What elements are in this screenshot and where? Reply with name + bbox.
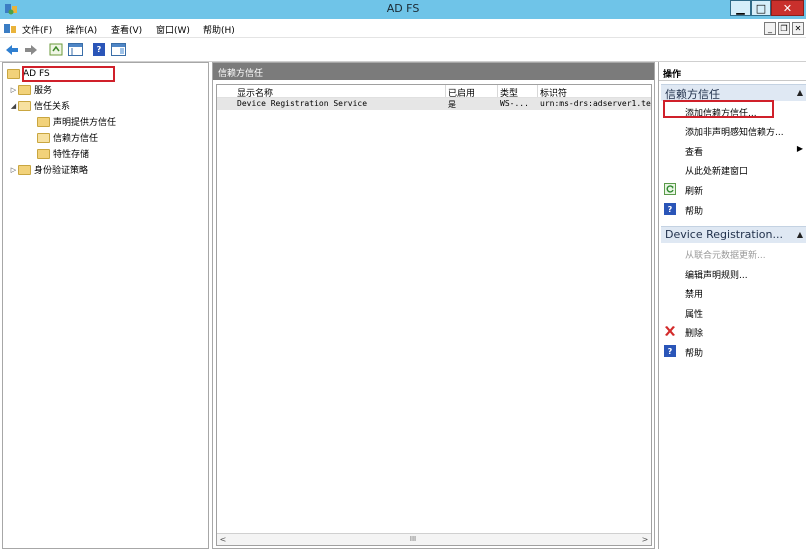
section-title: Device Registration... [665,228,783,241]
expand-arrow-icon[interactable]: ▷ [9,166,18,174]
window-title: AD FS [386,2,420,15]
action-label: 编辑声明规则... [685,271,748,281]
help-icon: ? [664,345,676,357]
tree-item-claims-provider-trusts[interactable]: 声明提供方信任 [37,114,116,129]
tree-item-attribute-stores[interactable]: 特性存储 [37,146,89,161]
mdi-minimize-button[interactable]: _ [764,22,776,35]
folder-open-icon [37,132,50,143]
tree-item-label: 特性存储 [53,150,90,160]
menu-view[interactable]: 查看(V) [111,23,142,36]
forward-arrow-icon[interactable] [23,42,39,57]
tree-item-label: 声明提供方信任 [53,118,117,128]
folder-icon [37,116,50,127]
mmc-icon [4,24,16,33]
column-divider[interactable] [445,85,446,97]
action-edit-claim-rules[interactable]: 编辑声明规则... [661,265,806,282]
action-label: 从此处新建窗口 [685,167,749,177]
cell-type: WS-... [500,99,529,108]
tree-item-label: 身份验证策略 [34,166,89,176]
list-header: 显示名称 已启用 类型 标识符 [217,85,651,99]
mdi-restore-button[interactable]: ❐ [778,22,790,35]
submenu-arrow-icon: ▶ [796,144,803,153]
console-tree-pane: AD FS ▷ 服务 ◢ 信任关系 声明提供方信任 信赖方信任 特性存储 ▷ 身… [2,62,209,549]
tree-item-label: 信赖方信任 [53,134,99,144]
menu-file[interactable]: 文件(F) [22,23,52,36]
action-label: 禁用 [685,290,704,300]
tree-selection-highlight [22,66,115,82]
action-highlight-box [663,100,774,118]
action-refresh[interactable]: 刷新 [661,181,806,198]
tree-item-relying-party-trusts[interactable]: 信赖方信任 [37,130,98,145]
action-properties[interactable]: 属性 [661,304,806,321]
menu-action[interactable]: 操作(A) [66,23,97,36]
cell-identifier: urn:ms-drs:adserver1.tes [540,99,651,108]
help-icon: ? [664,203,676,215]
action-disable[interactable]: 禁用 [661,284,806,301]
folder-icon [7,68,20,79]
collapse-caret-icon[interactable]: ▲ [797,230,803,239]
horizontal-scrollbar[interactable]: < III > [217,533,651,545]
menu-window[interactable]: 窗口(W) [156,23,190,36]
folder-icon [18,84,31,95]
delete-icon [665,326,675,336]
menu-help[interactable]: 帮助(H) [203,23,235,36]
title-bar: AD FS ▁ □ ✕ [0,0,806,19]
up-folder-icon[interactable] [48,42,64,57]
tree-item-trust-relationships[interactable]: ◢ 信任关系 [9,98,70,113]
actions-pane: 操作 信赖方信任 ▲ 添加信赖方信任... 添加非声明感知信赖方... 查看 ▶… [658,62,806,549]
collapse-arrow-icon[interactable]: ◢ [9,102,18,110]
folder-icon [37,148,50,159]
show-tree-icon[interactable] [67,42,83,57]
menu-bar: 文件(F) 操作(A) 查看(V) 窗口(W) 帮助(H) [0,19,806,38]
cell-display-name: Device Registration Service [237,99,368,108]
action-label: 从联合元数据更新... [685,251,766,261]
mdi-close-button[interactable]: ✕ [792,22,804,35]
action-help[interactable]: ? 帮助 [661,201,806,218]
scroll-left-button[interactable]: < [217,534,229,545]
tree-item-service[interactable]: ▷ 服务 [9,82,52,97]
actions-pane-title: 操作 [659,62,806,81]
cell-enabled: 是 [448,100,456,109]
action-update-from-federation-metadata[interactable]: 从联合元数据更新... [661,245,806,262]
results-pane-title: 信赖方信任 [213,63,654,80]
action-help[interactable]: ? 帮助 [661,343,806,360]
tree-item-label: 服务 [34,86,53,96]
action-label: 添加非声明感知信赖方... [685,128,784,138]
collapse-caret-icon[interactable]: ▲ [797,88,803,97]
action-label: 帮助 [685,349,704,359]
toolbar: ? [0,38,806,62]
action-label: 查看 [685,148,704,158]
folder-icon [18,164,31,175]
scroll-thumb[interactable]: III [407,535,419,544]
action-delete[interactable]: 删除 [661,323,806,340]
action-new-window-from-here[interactable]: 从此处新建窗口 [661,161,806,178]
action-label: 删除 [685,329,704,339]
action-label: 属性 [685,310,704,320]
tree-item-authentication-policies[interactable]: ▷ 身份验证策略 [9,162,88,177]
column-divider[interactable] [537,85,538,97]
action-view[interactable]: 查看 ▶ [661,142,806,159]
results-pane: 信赖方信任 显示名称 已启用 类型 标识符 Device Registratio… [212,62,655,549]
actions-section-device-registration[interactable]: Device Registration... ▲ [661,226,806,243]
minimize-button[interactable]: ▁ [730,0,751,16]
maximize-button[interactable]: □ [751,0,771,16]
action-label: 帮助 [685,207,704,217]
table-row[interactable]: Device Registration Service 是 WS-... urn… [217,98,651,110]
help-icon[interactable]: ? [93,43,105,56]
scroll-right-button[interactable]: > [639,534,651,545]
refresh-icon [664,183,676,195]
show-action-pane-icon[interactable] [110,42,126,57]
action-label: 刷新 [685,187,704,197]
actions-section-relying-party-trusts[interactable]: 信赖方信任 ▲ [661,84,806,101]
column-divider[interactable] [497,85,498,97]
tree-item-label: 信任关系 [34,102,71,112]
back-arrow-icon[interactable] [4,42,20,57]
action-add-non-claims-aware-rp[interactable]: 添加非声明感知信赖方... [661,122,806,139]
folder-open-icon [18,100,31,111]
trust-list: 显示名称 已启用 类型 标识符 Device Registration Serv… [216,84,652,546]
expand-arrow-icon[interactable]: ▷ [9,86,18,94]
close-button[interactable]: ✕ [771,0,804,16]
